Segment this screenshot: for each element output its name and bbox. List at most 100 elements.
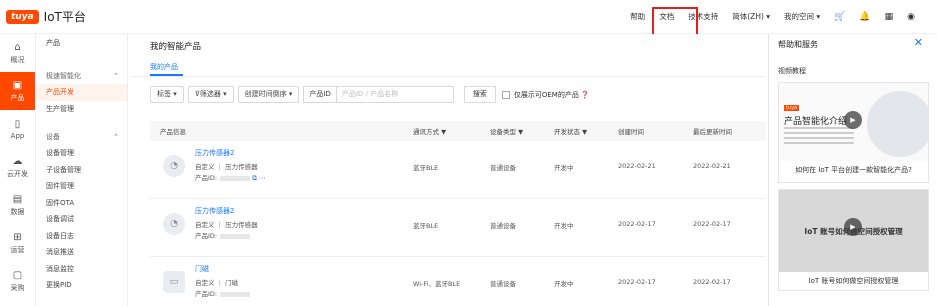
pid-search: 产品ID 产品ID / 产品名称 bbox=[303, 86, 454, 103]
mobile-icon: ▯ bbox=[14, 118, 21, 130]
submenu-item-monitor[interactable]: 消息监控 bbox=[36, 261, 127, 278]
col-updated: 最后更新时间 bbox=[693, 128, 732, 136]
cell-status: 开发中 bbox=[554, 222, 574, 230]
product-name-link[interactable]: 门磁 bbox=[195, 264, 209, 274]
col-comm[interactable]: 通讯方式 ▼ bbox=[413, 126, 446, 136]
sidebar-item-label: 云开发 bbox=[7, 169, 28, 178]
gauge-icon: ◔ bbox=[163, 213, 185, 235]
product-id: 产品ID: ⧉ ⋯ bbox=[195, 172, 265, 183]
cell-updated: 2022-02-17 bbox=[693, 220, 731, 228]
cell-status: 开发中 bbox=[554, 280, 574, 288]
home-icon: ⌂ bbox=[14, 41, 21, 53]
cart-icon[interactable]: 🛒 bbox=[834, 12, 845, 22]
nav-help[interactable]: 帮助 bbox=[630, 11, 645, 22]
chevron-up-icon: ⌃ bbox=[113, 133, 119, 141]
submenu-group-device[interactable]: 设备 ⌃ bbox=[36, 129, 127, 145]
user-icon[interactable]: ◉ bbox=[907, 12, 915, 22]
pid-label: 产品ID bbox=[304, 87, 337, 102]
redacted-id bbox=[220, 291, 251, 297]
cell-comm: Wi-Fi、蓝牙BLE bbox=[413, 280, 461, 288]
cell-status: 开发中 bbox=[554, 164, 574, 172]
sidebar-item-label: App bbox=[10, 131, 25, 140]
product-meta: 自定义 ｜ 压力传感器 bbox=[195, 163, 258, 171]
sidebar-item-operation[interactable]: ⊞ 运营 bbox=[0, 224, 35, 262]
checkbox-box[interactable] bbox=[501, 90, 510, 99]
logo[interactable]: tuya IoT平台 bbox=[6, 8, 86, 25]
submenu-item-debug[interactable]: 设备调试 bbox=[36, 211, 127, 228]
search-button[interactable]: 搜索 bbox=[463, 86, 496, 103]
col-status[interactable]: 开发状态 ▼ bbox=[554, 126, 587, 136]
submenu-item-logs[interactable]: 设备日志 bbox=[36, 228, 127, 245]
sidebar-item-overview[interactable]: ⌂ 概况 bbox=[0, 34, 35, 72]
sidebar-item-data[interactable]: ▤ 数据 bbox=[0, 186, 35, 224]
table-header: 产品信息 通讯方式 ▼ 设备类型 ▼ 开发状态 ▼ 创建时间 最后更新时间 bbox=[150, 121, 766, 141]
more-icon[interactable]: ⋯ bbox=[259, 174, 266, 182]
play-icon[interactable]: ▶ bbox=[844, 111, 862, 129]
help-panel-title: 帮助和服务 bbox=[778, 40, 818, 49]
gauge-icon: ◔ bbox=[163, 155, 185, 177]
submenu-item-firmware[interactable]: 固件管理 bbox=[36, 178, 127, 195]
sidebar-item-purchase[interactable]: ▢ 采购 bbox=[0, 262, 35, 300]
oem-checkbox[interactable]: 仅展示可OEM的产品 ❓ bbox=[501, 90, 590, 100]
submenu-group-fast[interactable]: 极速智能化 ⌃ bbox=[36, 68, 127, 84]
table-row[interactable]: ▭ 门磁 自定义 ｜ 门磁 产品ID: Wi-Fi、蓝牙BLE 普通设备 开发中… bbox=[150, 258, 766, 306]
bell-icon[interactable]: 🔔 bbox=[859, 12, 870, 22]
submenu-item-subdevice[interactable]: 子设备管理 bbox=[36, 162, 127, 179]
play-icon[interactable]: ▶ bbox=[844, 218, 862, 236]
door-sensor-icon: ▭ bbox=[163, 271, 185, 293]
product-name-link[interactable]: 压力传感器2 bbox=[195, 206, 234, 216]
tab-my-products[interactable]: 我的产品 bbox=[150, 62, 178, 72]
help-icon[interactable]: ❓ bbox=[581, 91, 590, 99]
sidebar-item-product[interactable]: ▣ 产品 bbox=[0, 72, 35, 110]
product-meta: 自定义 ｜ 压力传感器 bbox=[195, 221, 258, 229]
cell-created: 2022-02-21 bbox=[618, 162, 656, 170]
submenu-item-product-dev[interactable]: 产品开发 bbox=[36, 84, 127, 101]
tags-dropdown[interactable]: 标签 ▾ bbox=[150, 86, 184, 103]
submenu-item-push[interactable]: 消息推送 bbox=[36, 244, 127, 261]
video-card[interactable]: IoT 账号如何做空间授权管理 ▶ IoT 账号如何做空间授权管理 bbox=[778, 189, 929, 291]
top-bar: tuya IoT平台 帮助 文档 技术支持 简体(ZH) ▾ 我的空间 ▾ 🛒 … bbox=[0, 0, 937, 34]
pid-caption: 产品ID: bbox=[195, 232, 218, 240]
pid-caption: 产品ID: bbox=[195, 174, 218, 182]
tuya-tag: tuya bbox=[784, 105, 800, 111]
submenu-item-change-pid[interactable]: 更换PID bbox=[36, 277, 127, 294]
filter-label: 筛选器 ▾ bbox=[199, 90, 227, 98]
submenu: 产品 极速智能化 ⌃ 产品开发 生产管理 设备 ⌃ 设备管理 子设备管理 固件管理 … bbox=[36, 34, 128, 306]
video-caption[interactable]: IoT 账号如何做空间授权管理 bbox=[779, 276, 928, 286]
video-thumbnail: tuya 产品智能化介绍 ▶ bbox=[779, 83, 928, 161]
sidebar-item-cloud[interactable]: ☁ 云开发 bbox=[0, 148, 35, 186]
product-name-link[interactable]: 压力传感器2 bbox=[195, 148, 234, 158]
thumbnail-text-lines bbox=[784, 127, 854, 147]
group-label: 极速智能化 bbox=[46, 72, 81, 80]
sort-dropdown[interactable]: 创建时间倒序 ▾ bbox=[237, 86, 300, 103]
apps-grid-icon[interactable]: ▦ bbox=[885, 12, 894, 22]
cell-updated: 2022-02-21 bbox=[693, 162, 731, 170]
cell-created: 2022-02-17 bbox=[618, 278, 656, 286]
video-caption[interactable]: 如何在 IoT 平台创建一款智能化产品? bbox=[779, 165, 928, 175]
sidebar-item-label: 概况 bbox=[10, 55, 25, 64]
col-type[interactable]: 设备类型 ▼ bbox=[490, 126, 523, 136]
col-product-info: 产品信息 bbox=[160, 128, 186, 136]
video-card[interactable]: tuya 产品智能化介绍 ▶ 如何在 IoT 平台创建一款智能化产品? bbox=[778, 82, 929, 183]
filter-dropdown[interactable]: ⊽筛选器 ▾ bbox=[187, 86, 234, 103]
redacted-id bbox=[220, 175, 251, 181]
search-input[interactable]: 产品ID / 产品名称 bbox=[337, 87, 453, 102]
copy-icon[interactable]: ⧉ bbox=[252, 174, 257, 182]
submenu-item-ota[interactable]: 固件OTA bbox=[36, 195, 127, 212]
language-select[interactable]: 简体(ZH) ▾ bbox=[732, 11, 770, 22]
submenu-item-production[interactable]: 生产管理 bbox=[36, 101, 127, 118]
space-select[interactable]: 我的空间 ▾ bbox=[784, 11, 820, 22]
product-icon: ▣ bbox=[12, 79, 23, 91]
cell-comm: 蓝牙BLE bbox=[413, 222, 439, 230]
submenu-item-device-mgmt[interactable]: 设备管理 bbox=[36, 145, 127, 162]
table-row[interactable]: ◔ 压力传感器2 自定义 ｜ 压力传感器 产品ID: 蓝牙BLE 普通设备 开发… bbox=[150, 200, 766, 257]
table-row[interactable]: ◔ 压力传感器2 自定义 ｜ 压力传感器 产品ID: ⧉ ⋯ 蓝牙BLE 普通设… bbox=[150, 142, 766, 199]
cloud-icon: ☁ bbox=[12, 155, 23, 167]
product-meta: 自定义 ｜ 门磁 bbox=[195, 279, 239, 287]
sidebar-item-label: 采购 bbox=[10, 283, 25, 292]
product-id: 产品ID: bbox=[195, 288, 251, 298]
sidebar-item-app[interactable]: ▯ App bbox=[0, 110, 35, 148]
cell-comm: 蓝牙BLE bbox=[413, 164, 439, 172]
close-icon[interactable]: ✕ bbox=[914, 36, 923, 49]
redacted-id bbox=[220, 233, 251, 239]
